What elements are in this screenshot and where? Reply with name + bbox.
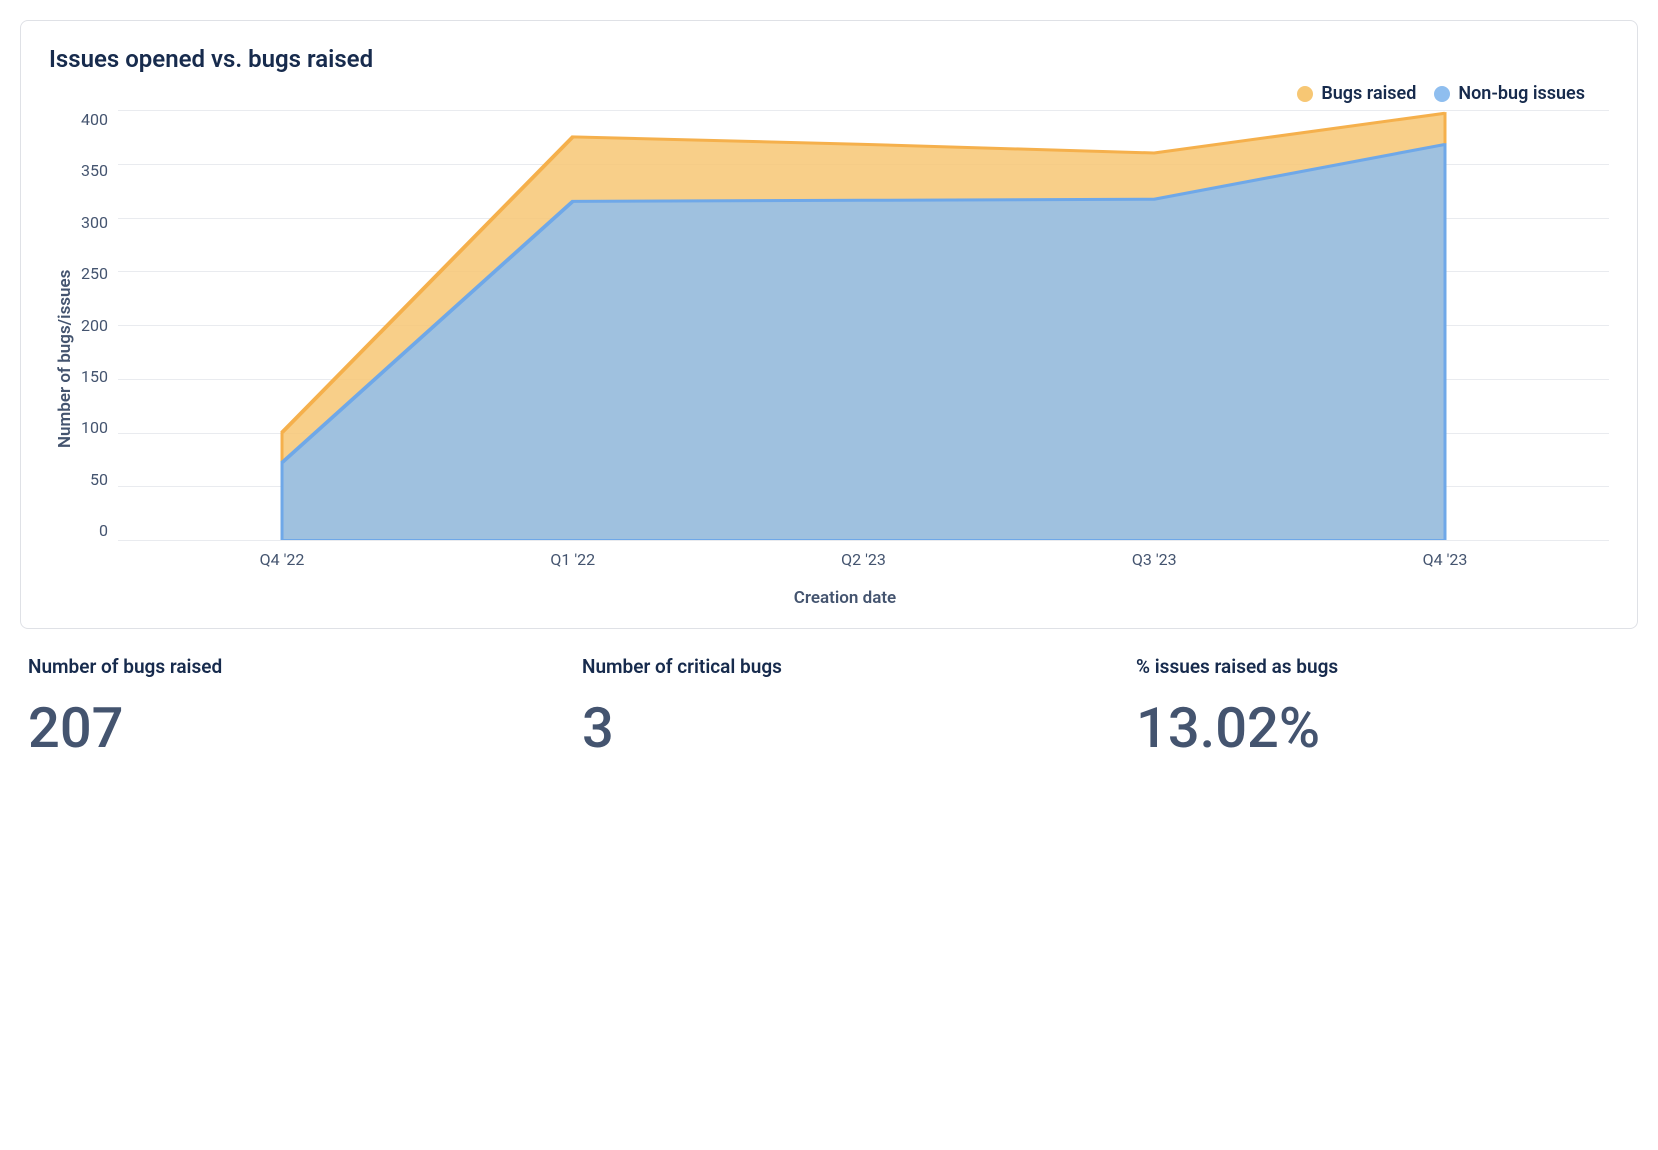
stat-bugs-raised: Number of bugs raised 207 xyxy=(28,655,522,756)
stat-value: 13.02% xyxy=(1136,700,1630,756)
legend-swatch-nonbug xyxy=(1434,86,1450,102)
stats-row: Number of bugs raised 207 Number of crit… xyxy=(20,655,1638,756)
legend-swatch-bugs xyxy=(1297,86,1313,102)
stat-label: Number of critical bugs xyxy=(582,655,1076,678)
stat-value: 3 xyxy=(582,700,1076,756)
chart-body: Number of bugs/issues 400 350 300 250 200 150… xyxy=(49,110,1609,608)
gridline xyxy=(118,540,1609,541)
legend-label-nonbug: Non-bug issues xyxy=(1458,83,1585,104)
legend-item-bugs: Bugs raised xyxy=(1297,83,1416,104)
stat-label: % issues raised as bugs xyxy=(1136,655,1630,678)
stat-value: 207 xyxy=(28,700,522,756)
y-tick: 200 xyxy=(81,316,108,335)
chart-area-svg xyxy=(118,110,1609,540)
stat-label: Number of bugs raised xyxy=(28,655,522,678)
y-tick: 400 xyxy=(81,110,108,129)
y-tick: 350 xyxy=(81,161,108,180)
x-tick: Q4 '23 xyxy=(1423,550,1468,569)
chart-legend: Bugs raised Non-bug issues xyxy=(49,83,1609,104)
legend-label-bugs: Bugs raised xyxy=(1321,83,1416,104)
y-tick: 0 xyxy=(99,521,108,540)
chart-title: Issues opened vs. bugs raised xyxy=(49,45,1609,73)
stat-critical-bugs: Number of critical bugs 3 xyxy=(582,655,1076,756)
y-axis-ticks: 400 350 300 250 200 150 100 50 0 xyxy=(81,110,118,540)
chart-card: Issues opened vs. bugs raised Bugs raise… xyxy=(20,20,1638,629)
legend-item-nonbug: Non-bug issues xyxy=(1434,83,1585,104)
y-tick: 250 xyxy=(81,264,108,283)
y-tick: 150 xyxy=(81,367,108,386)
y-axis-label: Number of bugs/issues xyxy=(49,110,81,608)
x-tick: Q3 '23 xyxy=(1132,550,1177,569)
x-tick: Q2 '23 xyxy=(841,550,886,569)
x-tick: Q4 '22 xyxy=(260,550,305,569)
chart-plot-area xyxy=(118,110,1609,540)
y-tick: 100 xyxy=(81,418,108,437)
stat-percent-bugs: % issues raised as bugs 13.02% xyxy=(1136,655,1630,756)
x-tick: Q1 '22 xyxy=(550,550,595,569)
x-axis-label: Creation date xyxy=(81,588,1609,608)
x-axis-ticks: Q4 '22 Q1 '22 Q2 '23 Q3 '23 Q4 '23 xyxy=(118,550,1609,570)
area-series xyxy=(282,144,1445,540)
y-tick: 50 xyxy=(90,470,108,489)
y-tick: 300 xyxy=(81,213,108,232)
